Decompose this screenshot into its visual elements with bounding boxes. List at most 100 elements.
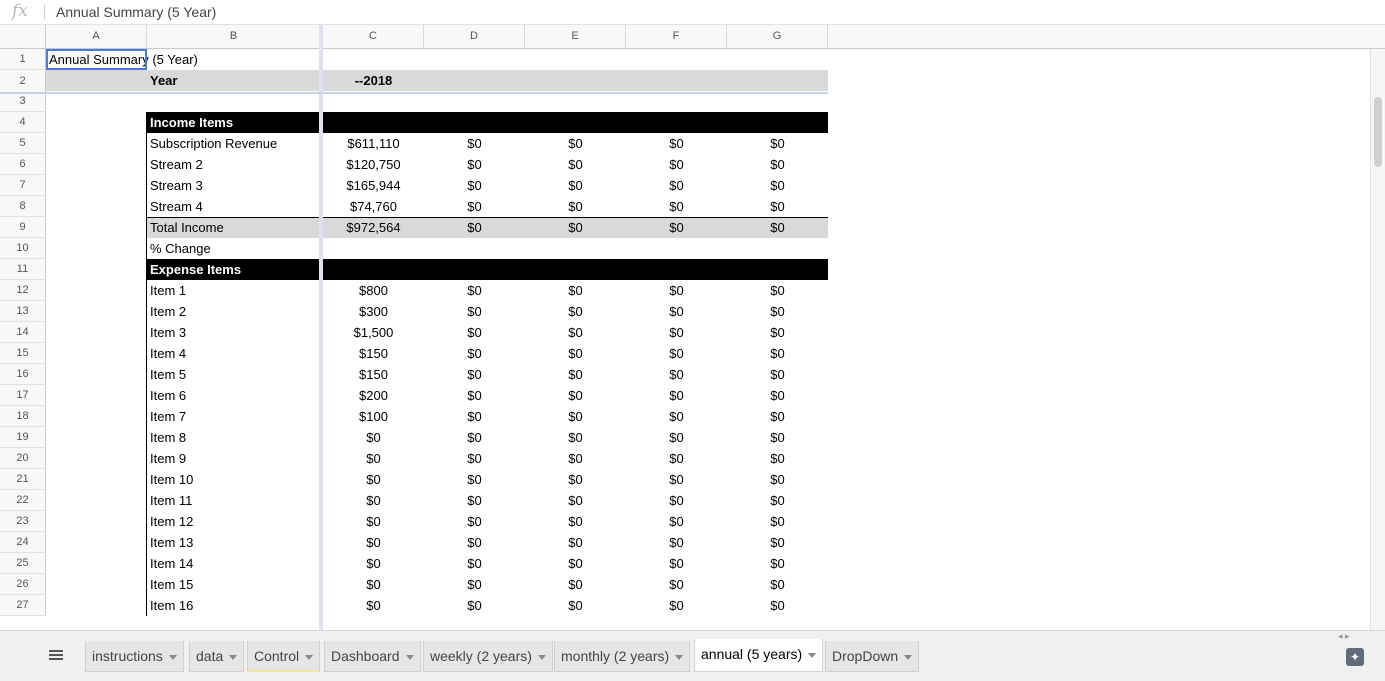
income-item-value[interactable]: $0 <box>424 196 525 217</box>
expense-item-value[interactable]: $0 <box>424 511 525 532</box>
expense-item-value[interactable]: $300 <box>323 301 424 322</box>
row-header-4[interactable]: 4 <box>0 112 46 133</box>
expense-item-value[interactable]: $0 <box>323 553 424 574</box>
expense-item-value[interactable]: $0 <box>727 322 828 343</box>
expense-item-value[interactable]: $0 <box>424 448 525 469</box>
expense-item-value[interactable]: $100 <box>323 406 424 427</box>
expense-item-value[interactable]: $0 <box>323 511 424 532</box>
expense-item-label[interactable]: Item 15 <box>150 574 319 595</box>
percent-change-label[interactable]: % Change <box>150 238 319 259</box>
expense-item-value[interactable]: $0 <box>727 490 828 511</box>
expense-item-label[interactable]: Item 6 <box>150 385 319 406</box>
expense-item-label[interactable]: Item 1 <box>150 280 319 301</box>
expense-item-value[interactable]: $0 <box>626 511 727 532</box>
income-item-value[interactable]: $0 <box>525 175 626 196</box>
row-header-1[interactable]: 1 <box>0 49 46 70</box>
expense-item-value[interactable]: $0 <box>323 490 424 511</box>
row-header-11[interactable]: 11 <box>0 259 46 280</box>
income-item-value[interactable]: $0 <box>424 133 525 154</box>
income-item-label[interactable]: Stream 3 <box>150 175 319 196</box>
row-header-10[interactable]: 10 <box>0 238 46 259</box>
row-header-7[interactable]: 7 <box>0 175 46 196</box>
row-header-15[interactable]: 15 <box>0 343 46 364</box>
column-header-d[interactable]: D <box>424 25 525 48</box>
row-header-3[interactable]: 3 <box>0 91 46 112</box>
expense-item-label[interactable]: Item 14 <box>150 553 319 574</box>
sheet-tab-control[interactable]: Control <box>247 641 321 672</box>
column-header-f[interactable]: F <box>626 25 727 48</box>
expense-item-value[interactable]: $0 <box>626 343 727 364</box>
row-header-13[interactable]: 13 <box>0 301 46 322</box>
row-header-20[interactable]: 20 <box>0 448 46 469</box>
expense-item-value[interactable]: $150 <box>323 343 424 364</box>
expense-item-value[interactable]: $0 <box>525 406 626 427</box>
expense-item-value[interactable]: $0 <box>727 532 828 553</box>
row-header-8[interactable]: 8 <box>0 196 46 217</box>
expense-item-value[interactable]: $0 <box>727 280 828 301</box>
expense-item-value[interactable]: $0 <box>525 595 626 616</box>
column-header-c[interactable]: C <box>323 25 424 48</box>
income-item-value[interactable]: $0 <box>727 154 828 175</box>
expense-item-label[interactable]: Item 5 <box>150 364 319 385</box>
expense-item-value[interactable]: $0 <box>424 427 525 448</box>
expense-item-value[interactable]: $0 <box>424 343 525 364</box>
expense-item-value[interactable]: $0 <box>525 490 626 511</box>
expense-item-value[interactable]: $0 <box>626 574 727 595</box>
row-header-27[interactable]: 27 <box>0 595 46 616</box>
year-label[interactable]: Year <box>150 70 319 91</box>
expense-item-value[interactable]: $1,500 <box>323 322 424 343</box>
row-header-12[interactable]: 12 <box>0 280 46 301</box>
expense-item-label[interactable]: Item 10 <box>150 469 319 490</box>
income-item-value[interactable]: $0 <box>626 154 727 175</box>
income-item-value[interactable]: $0 <box>727 133 828 154</box>
expense-item-value[interactable]: $0 <box>424 406 525 427</box>
income-item-value[interactable]: $0 <box>626 175 727 196</box>
expense-item-value[interactable]: $0 <box>525 553 626 574</box>
row-header-26[interactable]: 26 <box>0 574 46 595</box>
row-header-5[interactable]: 5 <box>0 133 46 154</box>
income-item-value[interactable]: $0 <box>727 196 828 217</box>
expense-item-value[interactable]: $0 <box>727 553 828 574</box>
income-item-value[interactable]: $0 <box>626 196 727 217</box>
income-item-value[interactable]: $0 <box>424 154 525 175</box>
expense-item-value[interactable]: $0 <box>626 280 727 301</box>
expense-item-value[interactable]: $0 <box>525 301 626 322</box>
row-header-16[interactable]: 16 <box>0 364 46 385</box>
expense-item-value[interactable]: $0 <box>626 469 727 490</box>
expense-item-value[interactable]: $0 <box>727 595 828 616</box>
expense-item-value[interactable]: $150 <box>323 364 424 385</box>
chevron-down-icon[interactable] <box>229 654 238 660</box>
expense-item-label[interactable]: Item 16 <box>150 595 319 616</box>
row-header-6[interactable]: 6 <box>0 154 46 175</box>
total-income-value[interactable]: $972,564 <box>323 217 424 238</box>
income-item-value[interactable]: $611,110 <box>323 133 424 154</box>
scrollbar-thumb[interactable] <box>1374 97 1382 167</box>
income-item-label[interactable]: Stream 2 <box>150 154 319 175</box>
expense-item-value[interactable]: $0 <box>525 469 626 490</box>
total-income-value[interactable]: $0 <box>424 217 525 238</box>
expense-item-value[interactable]: $0 <box>626 364 727 385</box>
expense-item-label[interactable]: Item 2 <box>150 301 319 322</box>
expense-item-value[interactable]: $0 <box>424 322 525 343</box>
sheet-tab-annual-5-years[interactable]: annual (5 years) <box>694 639 824 672</box>
expense-item-value[interactable]: $200 <box>323 385 424 406</box>
expense-item-value[interactable]: $0 <box>626 322 727 343</box>
frozen-column-divider[interactable] <box>319 25 323 630</box>
expense-item-value[interactable]: $0 <box>727 574 828 595</box>
sheet-tab-weekly-2-years[interactable]: weekly (2 years) <box>423 641 553 672</box>
expense-item-label[interactable]: Item 11 <box>150 490 319 511</box>
row-header-17[interactable]: 17 <box>0 385 46 406</box>
expense-item-value[interactable]: $0 <box>525 364 626 385</box>
row-header-14[interactable]: 14 <box>0 322 46 343</box>
expense-item-value[interactable]: $0 <box>525 385 626 406</box>
expense-item-value[interactable]: $0 <box>525 322 626 343</box>
select-all-corner[interactable] <box>0 25 46 48</box>
expense-item-value[interactable]: $0 <box>727 406 828 427</box>
sheet-grid[interactable]: 1 2 3 4 5 6 7 8 9 10 11 12 13 14 15 16 17 18 19 20 21 22 23 24 2… <box>0 49 1385 629</box>
income-item-value[interactable]: $0 <box>424 175 525 196</box>
expense-item-label[interactable]: Item 13 <box>150 532 319 553</box>
expense-item-value[interactable]: $0 <box>525 280 626 301</box>
total-income-value[interactable]: $0 <box>727 217 828 238</box>
column-header-a[interactable]: A <box>46 25 147 48</box>
income-item-value[interactable]: $120,750 <box>323 154 424 175</box>
